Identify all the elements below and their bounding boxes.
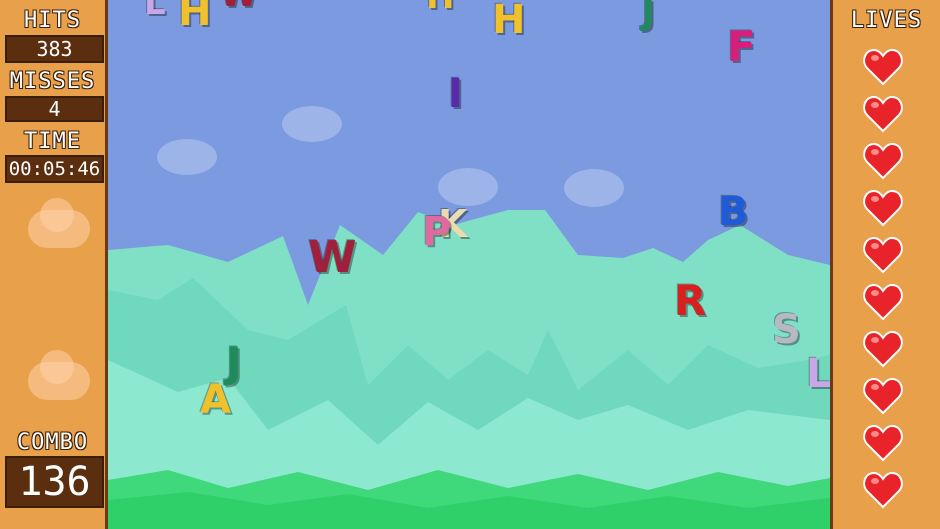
hits-counter: 383	[5, 35, 104, 63]
combo-counter: 136	[5, 456, 104, 508]
falling-letter[interactable]: S	[772, 310, 801, 350]
heart-icon	[863, 283, 903, 321]
heart-icon	[863, 236, 903, 274]
falling-letter[interactable]: J	[642, 0, 655, 30]
falling-letter[interactable]: L	[144, 0, 166, 20]
misses-counter: 4	[5, 96, 104, 122]
heart-icon	[863, 330, 903, 368]
cloud-decoration	[28, 350, 90, 400]
falling-letter[interactable]: H	[178, 0, 211, 32]
falling-letter[interactable]: I	[448, 74, 463, 114]
falling-letter[interactable]: B	[718, 192, 749, 232]
stats-panel: HITS 383 MISSES 4 TIME 00:05:46 COMBO 13…	[0, 0, 108, 529]
game-playfield[interactable]: L H W H H J F I B K P W R S L J A	[108, 0, 830, 529]
hits-label: HITS	[24, 8, 81, 33]
heart-icon	[863, 377, 903, 415]
combo-label: COMBO	[16, 430, 89, 455]
time-label: TIME	[24, 129, 81, 154]
heart-icon	[863, 424, 903, 462]
clouds	[157, 106, 624, 207]
falling-letter[interactable]: H	[492, 0, 525, 40]
misses-label: MISSES	[9, 69, 96, 94]
heart-icon	[863, 48, 903, 86]
mountains	[108, 210, 830, 529]
heart-icon	[863, 95, 903, 133]
heart-icon	[863, 142, 903, 180]
time-display: 00:05:46	[5, 155, 104, 183]
falling-letter[interactable]: R	[674, 280, 706, 322]
lives-panel: LIVES	[830, 0, 940, 529]
falling-letter[interactable]: A	[200, 380, 231, 420]
lives-label: LIVES	[850, 8, 923, 33]
falling-letter[interactable]: W	[220, 0, 258, 12]
heart-icon	[863, 471, 903, 509]
falling-letter[interactable]: P	[422, 212, 451, 252]
falling-letter[interactable]: F	[727, 26, 756, 68]
heart-icon	[863, 189, 903, 227]
scenery	[108, 106, 830, 529]
falling-letter[interactable]: H	[426, 0, 454, 14]
falling-letter[interactable]: L	[806, 354, 830, 394]
cloud-decoration	[28, 198, 90, 248]
falling-letter[interactable]: W	[308, 236, 357, 280]
